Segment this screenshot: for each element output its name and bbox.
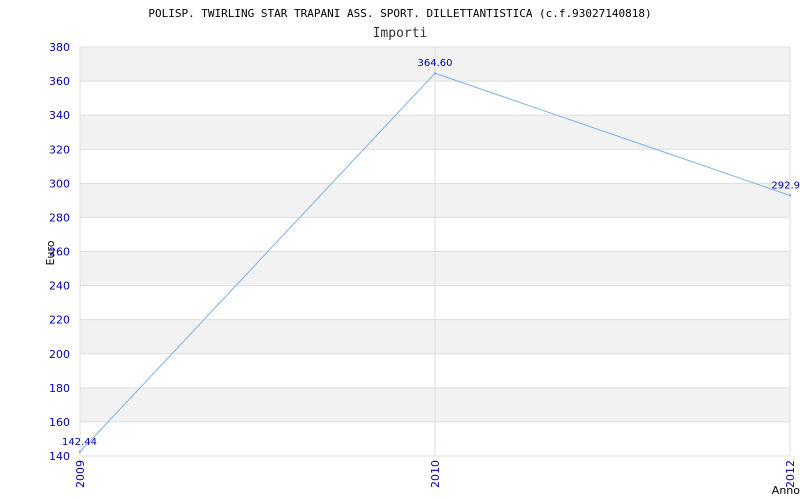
chart-subtitle: Importi [373, 26, 428, 41]
y-tick-label: 160 [49, 416, 70, 429]
y-tick-label: 300 [49, 177, 70, 190]
y-tick-label: 240 [49, 280, 70, 293]
data-point [433, 72, 437, 75]
y-tick-label: 340 [49, 109, 70, 122]
y-tick-label: 180 [49, 382, 70, 395]
data-point [788, 194, 792, 197]
y-tick-label: 360 [49, 75, 70, 88]
chart-title: POLISP. TWIRLING STAR TRAPANI ASS. SPORT… [148, 7, 651, 20]
x-axis-ticks: 2009 2010 2012 [74, 460, 797, 488]
chart: POLISP. TWIRLING STAR TRAPANI ASS. SPORT… [0, 0, 800, 500]
data-label: 292.9 [771, 180, 800, 191]
data-label: 364.60 [418, 58, 453, 69]
y-tick-label: 320 [49, 143, 70, 156]
y-tick-label: 140 [49, 450, 70, 463]
y-tick-label: 380 [49, 41, 70, 54]
y-tick-label: 200 [49, 348, 70, 361]
chart-svg: POLISP. TWIRLING STAR TRAPANI ASS. SPORT… [44, 7, 800, 497]
x-axis-label: Anno [772, 484, 800, 497]
y-axis-label: Euro [44, 240, 57, 265]
data-label: 142.44 [62, 437, 97, 448]
y-tick-label: 280 [49, 211, 70, 224]
data-point [78, 450, 82, 454]
x-tick-label: 2009 [74, 460, 87, 488]
y-tick-label: 220 [49, 314, 70, 327]
x-tick-label: 2010 [429, 460, 442, 488]
